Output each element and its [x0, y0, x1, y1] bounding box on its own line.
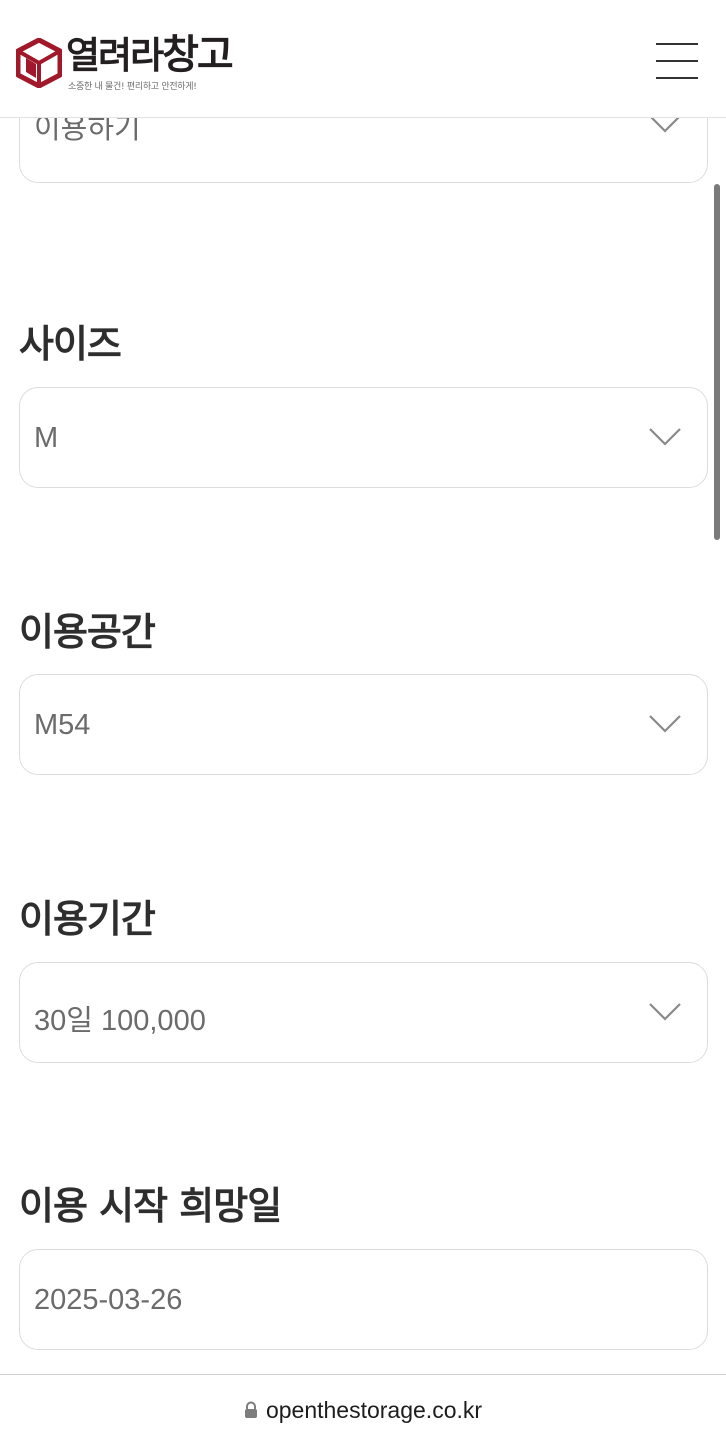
chevron-down-icon: [649, 428, 681, 446]
site-logo[interactable]: 열려라창고 소중한 내 물건! 편리하고 안전하게!: [16, 32, 256, 94]
space-select[interactable]: M54: [19, 674, 708, 775]
start-date-label: 이용 시작 희망일: [19, 1184, 282, 1228]
order-form: 이용하기 사이즈 M 이용공간 M54 이용기간 30일 100,000 이용 …: [0, 0, 726, 1374]
size-value: M: [34, 422, 59, 454]
url-text: openthestorage.co.kr: [265, 1397, 483, 1423]
storage-box-icon: [16, 38, 62, 88]
lock-icon: [244, 1401, 257, 1418]
space-label: 이용공간: [19, 610, 156, 654]
chevron-down-icon: [649, 715, 681, 733]
size-select[interactable]: M: [19, 387, 708, 488]
hamburger-menu-icon[interactable]: [652, 40, 700, 84]
logo-name-text: 열려라: [66, 34, 164, 77]
url-display[interactable]: openthestorage.co.kr: [0, 1397, 726, 1424]
scrollbar[interactable]: [714, 184, 720, 540]
size-label: 사이즈: [19, 322, 122, 366]
site-header: 열려라창고 소중한 내 물건! 편리하고 안전하게!: [0, 0, 726, 118]
start-date-input[interactable]: 2025-03-26: [19, 1249, 708, 1350]
period-label: 이용기간: [19, 897, 156, 941]
period-value: 30일 100,000: [34, 1005, 206, 1037]
chevron-down-icon: [649, 1003, 681, 1021]
logo-name: 열려라창고: [66, 32, 234, 79]
space-value: M54: [34, 709, 91, 741]
browser-address-bar[interactable]: openthestorage.co.kr: [0, 1374, 726, 1440]
logo-tagline: 소중한 내 물건! 편리하고 안전하게!: [68, 82, 197, 92]
logo-name-accent: 창고: [162, 32, 234, 78]
period-select[interactable]: 30일 100,000: [19, 962, 708, 1063]
start-date-value: 2025-03-26: [34, 1284, 183, 1316]
